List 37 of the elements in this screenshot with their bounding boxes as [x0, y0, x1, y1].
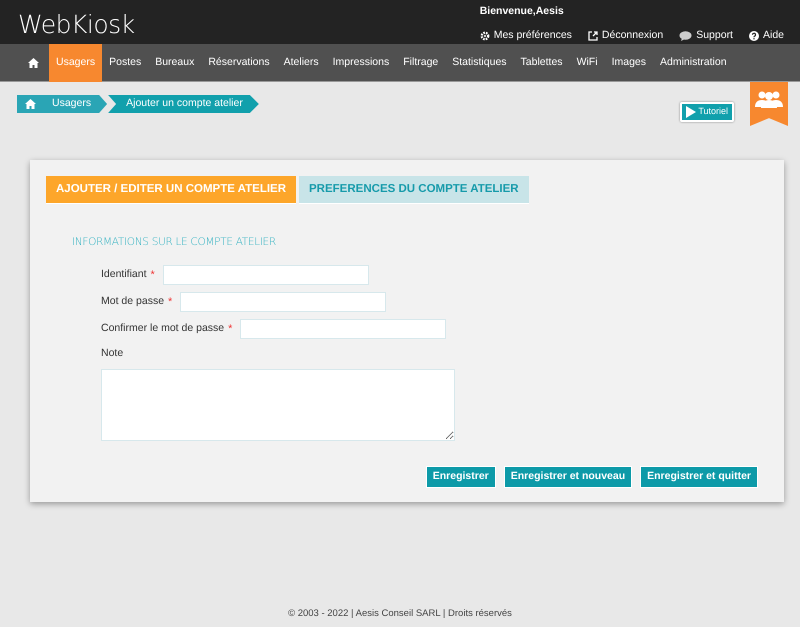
header-link[interactable]: Mes préférences [480, 28, 572, 44]
required-mark: * [168, 294, 172, 310]
header-link[interactable]: Déconnexion [588, 28, 664, 44]
logo: WebKiosk [18, 9, 135, 41]
chat-icon [679, 30, 692, 41]
required-mark: * [228, 322, 232, 337]
input-field[interactable] [162, 265, 369, 285]
external-link-icon [588, 30, 598, 41]
nav-item[interactable]: Postes [102, 44, 148, 82]
nav-item[interactable]: Tablettes [514, 44, 570, 82]
nav-item[interactable]: Bureaux [148, 44, 202, 82]
nav-item[interactable]: Réservations [201, 44, 277, 82]
home-icon [25, 99, 36, 109]
field-label: Identifiant [101, 266, 147, 282]
nav-item[interactable]: Ateliers [276, 44, 326, 82]
field-label: Confirmer le mot de passe [101, 320, 224, 336]
header-link[interactable]: Aide [748, 28, 784, 44]
nav-item[interactable]: Images [604, 44, 653, 82]
field-label: Mot de passe [101, 294, 164, 309]
nav-item[interactable]: Filtrage [396, 44, 446, 82]
nav-item[interactable]: WiFi [570, 44, 605, 82]
users-badge [750, 82, 788, 126]
note-field[interactable] [101, 368, 455, 441]
section-title: INFORMATIONS SUR LE COMPTE ATELIER [72, 235, 277, 250]
header-link[interactable]: Support [679, 28, 733, 44]
field-label: Note [101, 346, 124, 361]
nav-item[interactable]: Administration [653, 44, 734, 82]
required-mark: * [150, 268, 155, 283]
help-icon [748, 30, 759, 41]
settings-icon [480, 30, 490, 41]
nav-item[interactable]: Statistiques [445, 44, 514, 82]
input-field[interactable] [240, 319, 446, 339]
footer-text: © 2003 - 2022 | Aesis Conseil SARL | Droits réservés [287, 607, 513, 621]
welcome-text: Bienvenue,Aesis [480, 4, 565, 19]
input-field[interactable] [180, 292, 386, 312]
play-icon [686, 106, 696, 118]
nav-item[interactable]: Impressions [326, 44, 396, 82]
